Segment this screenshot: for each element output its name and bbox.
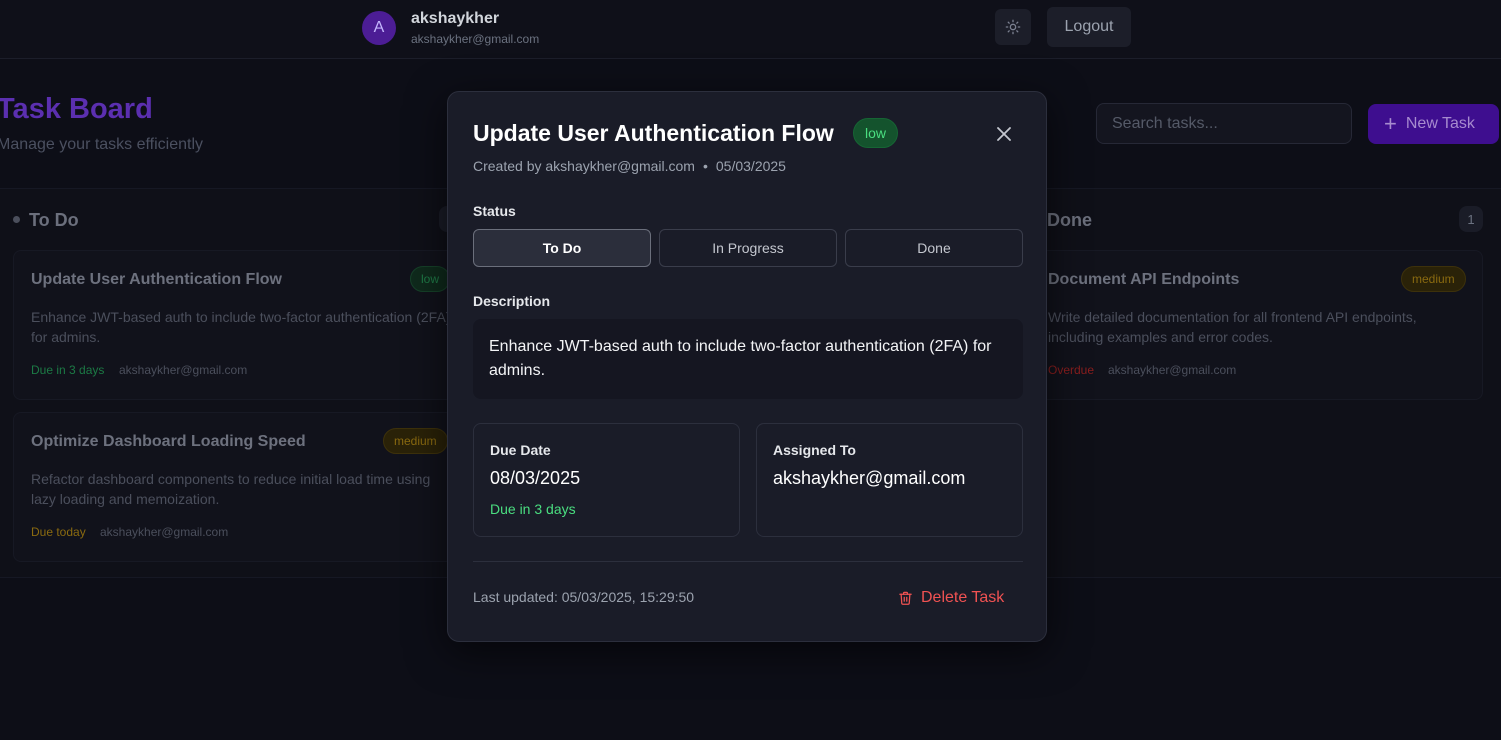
- task-title: Document API Endpoints: [1048, 271, 1240, 288]
- description-label: Description: [473, 293, 551, 309]
- task-card[interactable]: Document API Endpoints medium Write deta…: [1032, 250, 1483, 400]
- created-by: Created by akshaykher@gmail.com: [473, 158, 695, 174]
- task-title: Optimize Dashboard Loading Speed: [31, 433, 306, 450]
- new-task-button[interactable]: + New Task: [1368, 104, 1499, 144]
- description-text: Enhance JWT-based auth to include two-fa…: [473, 319, 1023, 399]
- task-assignee: akshaykher@gmail.com: [119, 363, 248, 377]
- task-due: Overdue: [1048, 363, 1095, 377]
- task-assignee: akshaykher@gmail.com: [1108, 363, 1237, 377]
- meta-separator: •: [702, 158, 708, 174]
- column-title: Done: [1047, 210, 1092, 230]
- column-title: To Do: [29, 210, 79, 230]
- task-card[interactable]: Optimize Dashboard Loading Speed medium …: [13, 412, 473, 562]
- column-dot-icon: [13, 216, 20, 223]
- created-date: 05/03/2025: [715, 158, 786, 174]
- priority-badge: low: [410, 266, 451, 292]
- task-assignee: akshaykher@gmail.com: [100, 525, 229, 539]
- new-task-label: New Task: [1405, 115, 1475, 132]
- task-due: Due today: [31, 525, 86, 539]
- priority-badge: medium: [383, 428, 448, 454]
- column-todo: To Do Update User Authentication Flow lo…: [0, 188, 473, 578]
- task-description: Write detailed documentation for all fro…: [1048, 309, 1417, 345]
- status-done-button[interactable]: Done: [845, 229, 1023, 267]
- trash-icon: [899, 591, 912, 605]
- assigned-to-value: akshaykher@gmail.com: [773, 468, 966, 488]
- assigned-to-label: Assigned To: [773, 442, 856, 458]
- due-date-card: Due Date 08/03/2025 Due in 3 days: [473, 423, 740, 537]
- assigned-to-card: Assigned To akshaykher@gmail.com: [756, 423, 1023, 537]
- task-description: Refactor dashboard components to reduce …: [31, 471, 431, 507]
- theme-toggle-button[interactable]: [995, 9, 1031, 45]
- status-todo-button[interactable]: To Do: [473, 229, 651, 267]
- task-detail-modal: Update User Authentication Flow low Crea…: [447, 91, 1047, 642]
- task-title: Update User Authentication Flow: [31, 271, 282, 288]
- task-card[interactable]: Update User Authentication Flow low Enha…: [13, 250, 473, 400]
- page-title: Task Board: [0, 93, 153, 125]
- priority-badge: medium: [1401, 266, 1466, 292]
- sun-icon: [1005, 19, 1021, 35]
- close-button[interactable]: [993, 123, 1015, 145]
- avatar[interactable]: A: [362, 11, 396, 45]
- due-date-value: 08/03/2025: [490, 468, 581, 488]
- due-date-label: Due Date: [490, 442, 551, 458]
- status-label: Status: [473, 203, 516, 219]
- close-icon: [997, 127, 1011, 141]
- status-in-progress-button[interactable]: In Progress: [659, 229, 837, 267]
- task-due: Due in 3 days: [31, 363, 105, 377]
- due-date-hint: Due in 3 days: [490, 501, 576, 517]
- page-subtitle: Manage your tasks efficiently: [0, 136, 204, 153]
- modal-meta: Created by akshaykher@gmail.com • 05/03/20…: [473, 158, 786, 174]
- delete-task-button[interactable]: Delete Task: [898, 587, 1004, 609]
- user-name: akshaykher: [411, 10, 500, 27]
- top-bar: A akshaykher akshaykher@gmail.com Logout: [0, 0, 1501, 59]
- logout-button[interactable]: Logout: [1047, 7, 1131, 47]
- plus-icon: +: [1384, 111, 1397, 136]
- task-description: Enhance JWT-based auth to include two-fa…: [31, 309, 451, 345]
- search-input[interactable]: [1096, 103, 1352, 144]
- modal-title: Update User Authentication Flow: [473, 120, 834, 146]
- column-count: 1: [1459, 206, 1483, 232]
- task-board-page: A akshaykher akshaykher@gmail.com Logout…: [0, 0, 1501, 740]
- user-email: akshaykher@gmail.com: [411, 32, 540, 46]
- modal-divider: [473, 561, 1023, 562]
- last-updated: Last updated: 05/03/2025, 15:29:50: [473, 589, 695, 605]
- column-done: Done 1 Document API Endpoints medium Wri…: [1032, 188, 1501, 578]
- delete-task-label: Delete Task: [921, 589, 1005, 606]
- priority-badge: low: [853, 118, 899, 148]
